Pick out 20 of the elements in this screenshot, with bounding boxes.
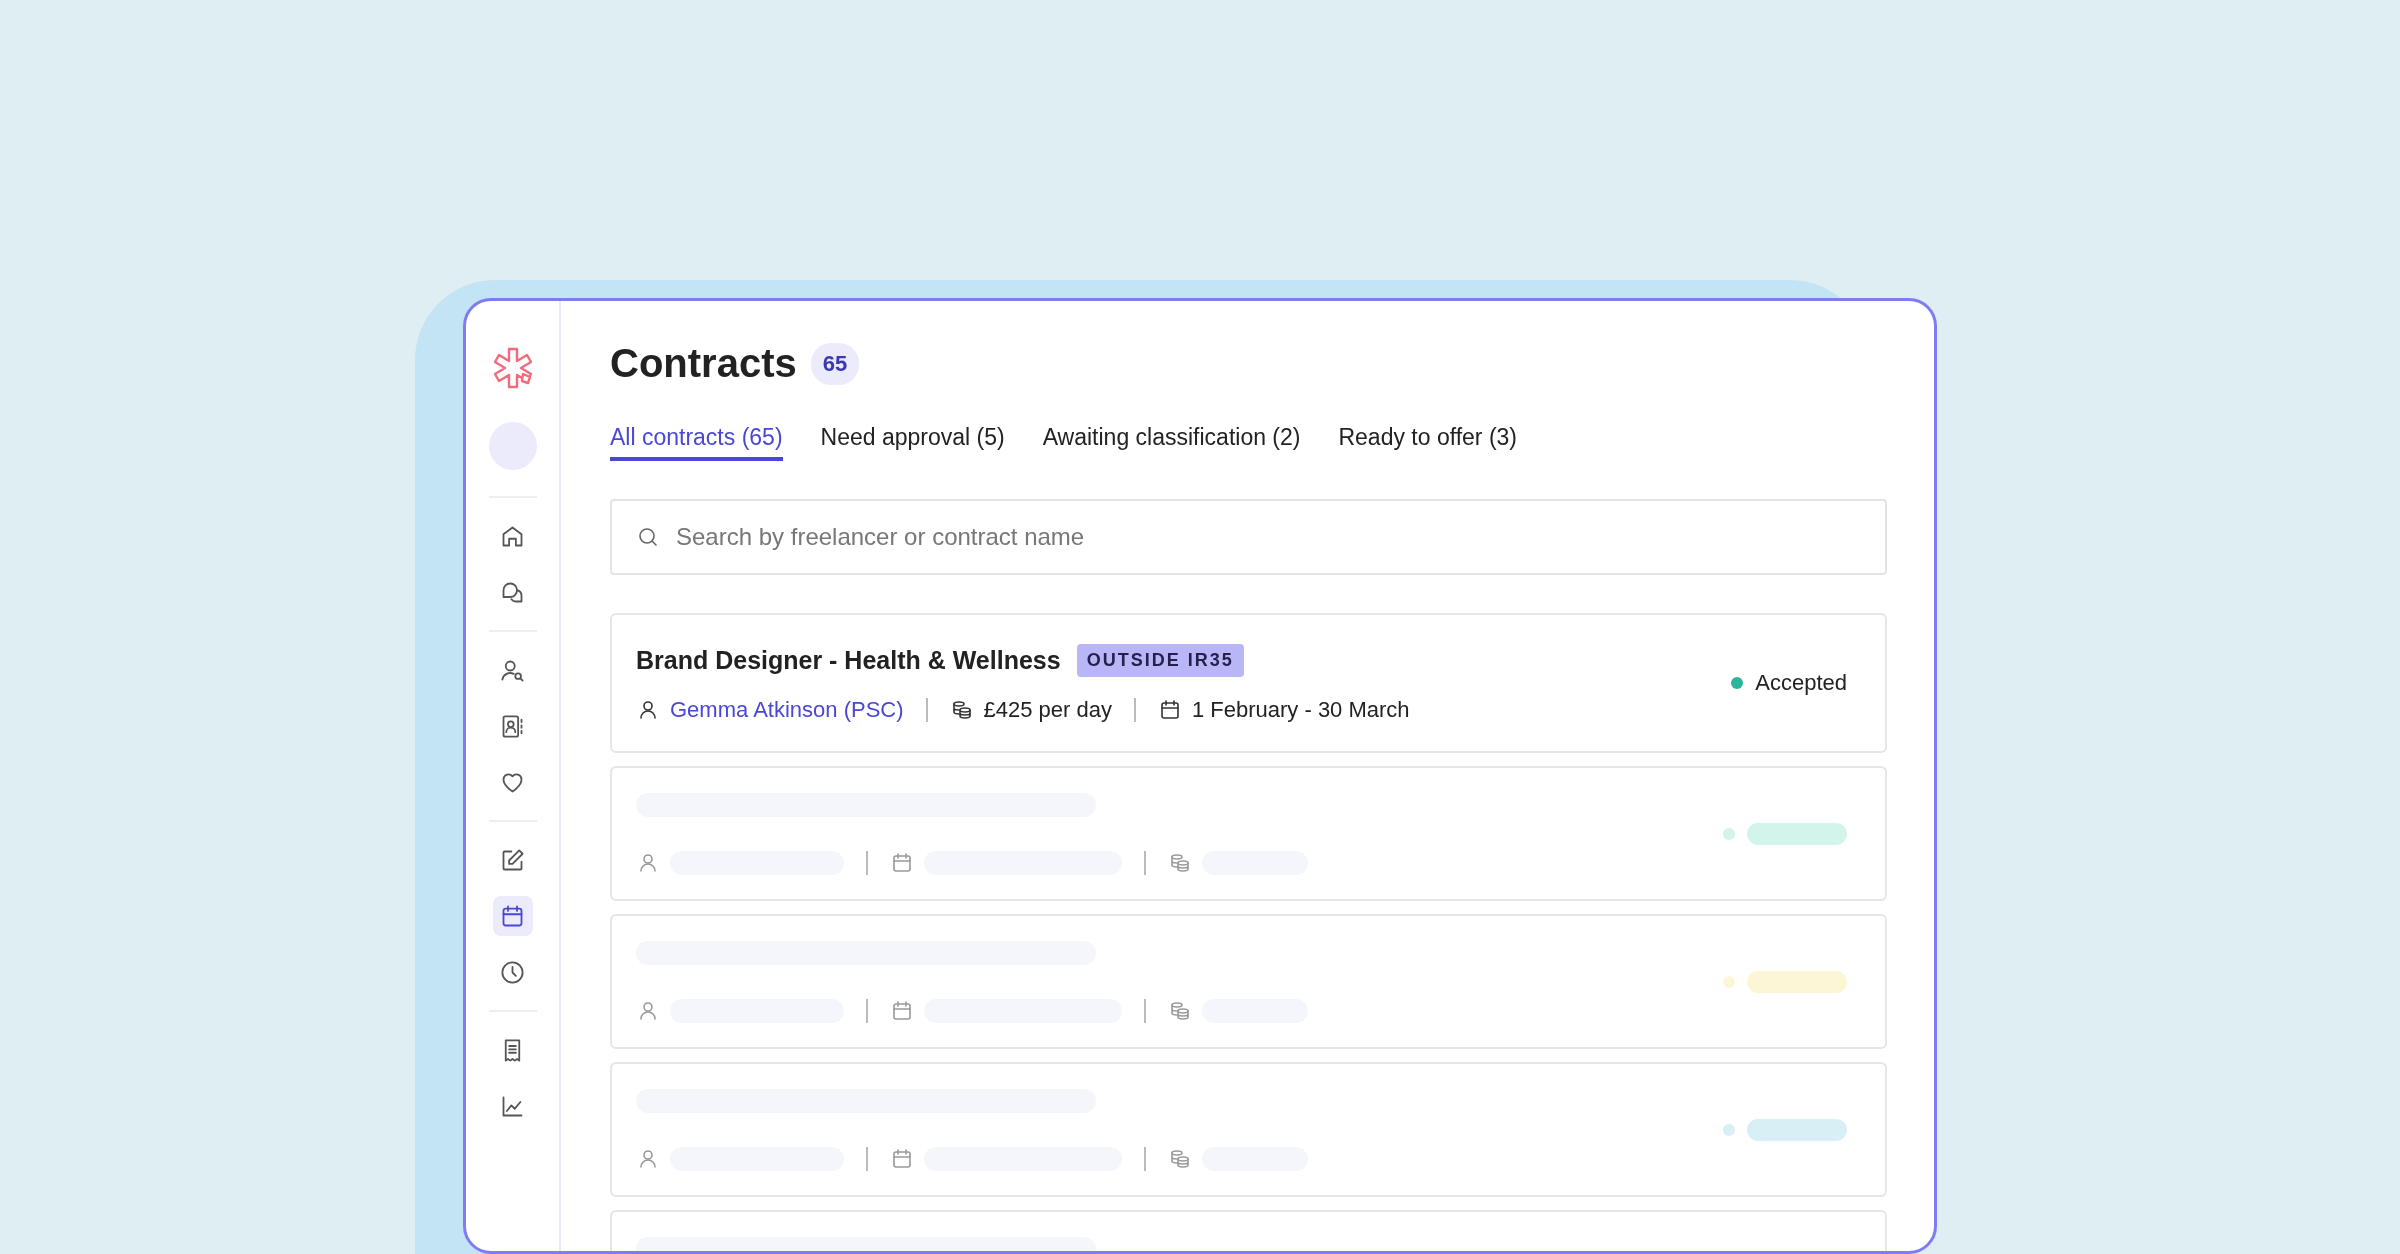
status-text: Accepted xyxy=(1755,670,1847,696)
contract-title: Brand Designer - Health & Wellness xyxy=(636,645,1061,675)
clock-icon xyxy=(499,958,526,986)
page-title: Contracts xyxy=(610,341,797,386)
tab[interactable]: All contracts (65) xyxy=(610,424,783,461)
search-icon xyxy=(636,525,660,549)
count-badge: 65 xyxy=(810,342,860,385)
rate-text: £425 per day xyxy=(983,696,1112,723)
date-range-text: 1 February - 30 March xyxy=(1191,696,1410,723)
tab[interactable]: Ready to offer (3) xyxy=(1338,424,1518,461)
tab[interactable]: Need approval (5) xyxy=(820,424,1005,461)
freelancer-link[interactable]: Gemma Atkinson (PSC) xyxy=(670,696,904,723)
calendar-icon xyxy=(890,1146,914,1171)
contract-card[interactable]: Brand Designer - Health & Wellness OUTSIDE IR35 Gemma Atkinson (PSC) £425 per day 1 February - 30 March Accepted xyxy=(610,613,1887,753)
tab[interactable]: Awaiting classification (2) xyxy=(1042,424,1301,461)
search-field[interactable]: Search by freelancer or contract name xyxy=(610,499,1887,575)
sidebar-item[interactable] xyxy=(492,896,533,936)
calendar-icon xyxy=(890,998,914,1023)
calendar-icon xyxy=(890,850,914,875)
ir35-badge: OUTSIDE IR35 xyxy=(1076,643,1244,677)
